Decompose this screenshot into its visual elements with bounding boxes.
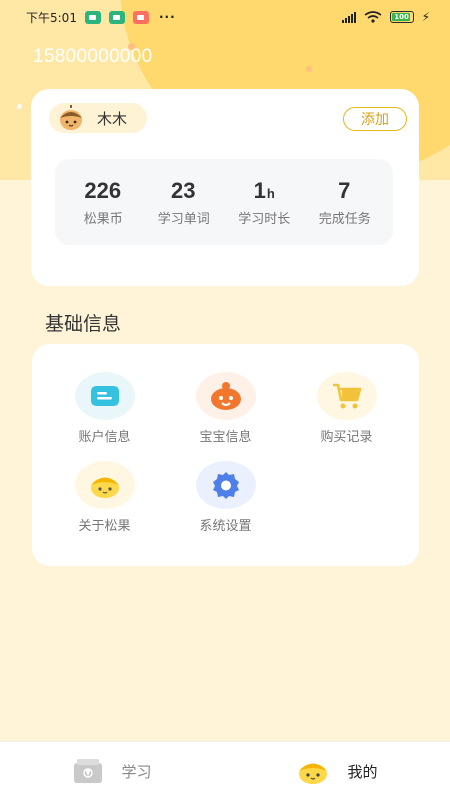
settings-icon	[195, 461, 256, 509]
cart-icon	[316, 372, 377, 420]
decor-dot	[306, 66, 312, 72]
section-title: 基础信息	[45, 313, 122, 335]
stat-value: 226	[84, 177, 122, 203]
stat-label: 学习时长	[238, 211, 291, 227]
menu-purchase-records[interactable]: 购买记录	[286, 372, 407, 445]
stat-value: 23	[171, 177, 196, 203]
stat-label: 松果币	[83, 211, 123, 227]
stat-duration[interactable]: 1h 学习时长	[230, 178, 298, 227]
stat-value: 1h	[253, 177, 275, 203]
menu-baby-info[interactable]: 宝宝信息	[165, 372, 286, 445]
status-time: 下午5:01	[26, 10, 77, 25]
tab-mine[interactable]: 我的	[225, 742, 450, 800]
study-icon	[74, 759, 103, 783]
stat-tasks[interactable]: 7 完成任务	[311, 178, 379, 227]
menu-label: 系统设置	[199, 519, 252, 534]
acorn-icon	[74, 461, 135, 509]
notification-icon	[132, 10, 149, 24]
account-icon	[74, 372, 135, 420]
battery-icon: 100	[389, 11, 414, 23]
basic-info-card: 账户信息 宝宝信息 购买记录 关于松果 系统设置	[32, 344, 419, 566]
status-bar: 下午5:01 ··· 100 ⚡	[0, 0, 450, 34]
acorn-avatar-icon	[60, 105, 82, 130]
user-phone: 15800000000	[33, 46, 153, 67]
stat-coins[interactable]: 226 松果币	[69, 178, 137, 227]
menu-label: 关于松果	[78, 519, 131, 534]
wifi-icon	[364, 11, 382, 23]
stat-value: 7	[338, 177, 351, 203]
bottom-tab-bar: 学习 我的	[0, 741, 450, 800]
stat-label: 完成任务	[318, 211, 371, 227]
user-name: 木木	[97, 109, 128, 128]
stat-words[interactable]: 23 学习单词	[150, 178, 218, 227]
charging-icon: ⚡	[421, 10, 430, 24]
user-chip[interactable]: 木木	[49, 103, 147, 133]
notification-icon	[108, 10, 125, 24]
notification-icon	[84, 10, 101, 24]
menu-account-info[interactable]: 账户信息	[44, 372, 165, 445]
menu-label: 宝宝信息	[199, 430, 252, 445]
tab-label: 学习	[121, 762, 152, 781]
menu-system-settings[interactable]: 系统设置	[165, 461, 286, 534]
add-child-button[interactable]: 添加	[343, 107, 407, 131]
tab-label: 我的	[347, 762, 378, 781]
baby-icon	[195, 372, 256, 420]
menu-about[interactable]: 关于松果	[44, 461, 165, 534]
menu-label: 账户信息	[78, 430, 131, 445]
tab-study[interactable]: 学习	[0, 742, 225, 800]
more-notifications-icon: ···	[158, 10, 176, 24]
signal-icon	[341, 11, 356, 23]
acorn-mine-icon	[299, 763, 328, 784]
profile-card: 木木 添加 226 松果币 23 学习单词 1h 学习时长 7 完成任务	[31, 89, 419, 286]
stats-panel: 226 松果币 23 学习单词 1h 学习时长 7 完成任务	[55, 159, 393, 245]
stat-label: 学习单词	[157, 211, 210, 227]
decor-dot	[17, 104, 22, 109]
menu-label: 购买记录	[320, 430, 373, 445]
